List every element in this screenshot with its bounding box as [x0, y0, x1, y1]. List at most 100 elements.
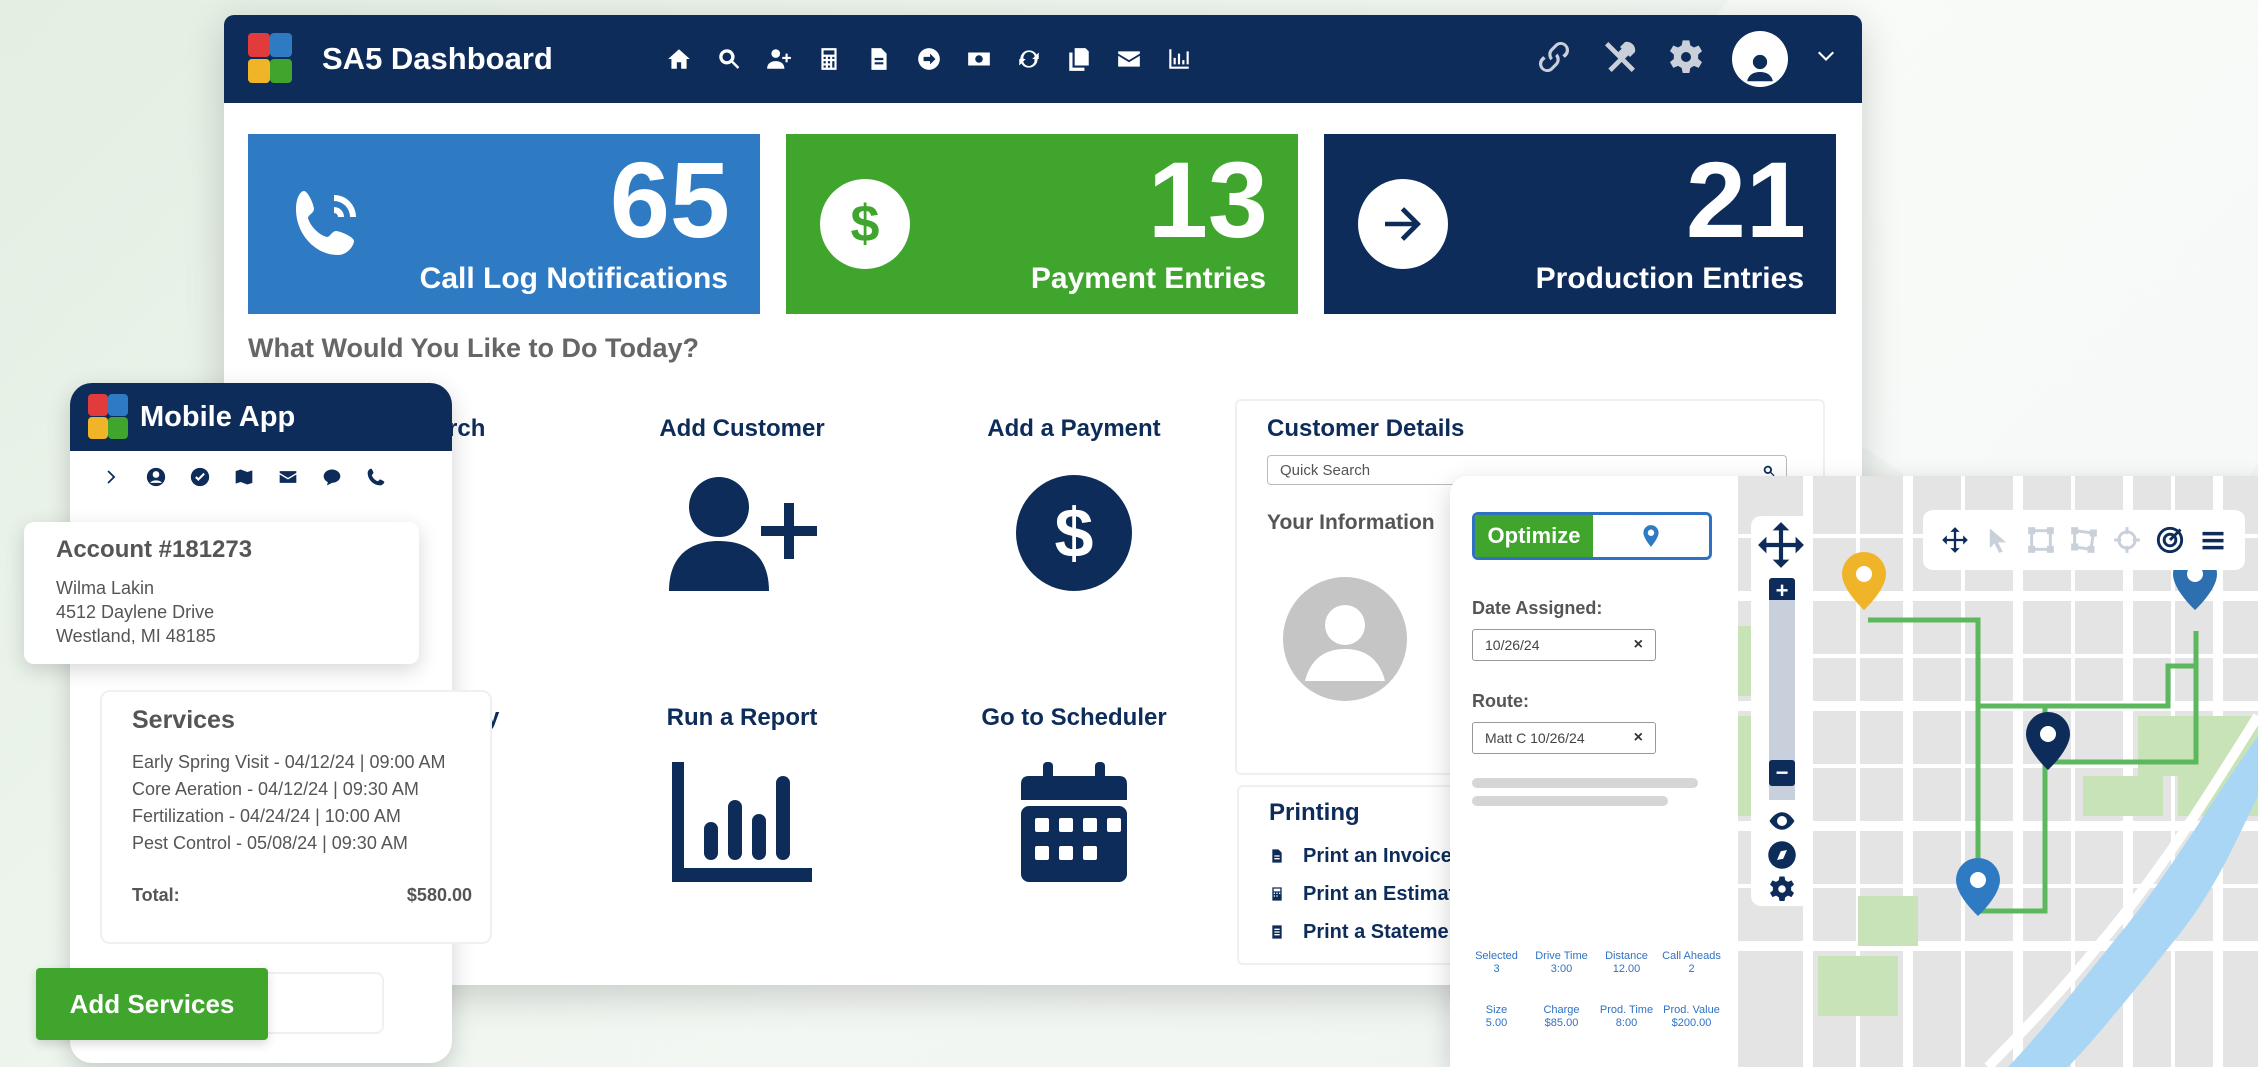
menu-icon[interactable]	[2199, 526, 2227, 554]
services-title: Services	[132, 706, 235, 734]
clear-date-icon[interactable]: ×	[1634, 636, 1643, 654]
eye-icon[interactable]	[1767, 806, 1797, 836]
action-go-scheduler[interactable]: Go to Scheduler	[964, 704, 1184, 882]
stat-card-call-log[interactable]: 65 Call Log Notifications	[248, 134, 760, 314]
move-icon[interactable]	[1941, 526, 1969, 554]
app-title: SA5 Dashboard	[322, 41, 553, 76]
zoom-out-button[interactable]: −	[1769, 760, 1795, 786]
chevron-down-icon[interactable]	[1814, 45, 1838, 74]
route-label: Route:	[1472, 691, 1529, 711]
stat-card-payments[interactable]: $ 13 Payment Entries	[786, 134, 1298, 314]
statement-icon	[1272, 925, 1282, 939]
call-log-count: 65	[609, 139, 730, 260]
optimize-toggle[interactable]: Optimize	[1472, 512, 1712, 560]
user-icon[interactable]	[146, 467, 166, 487]
mobile-app-title: Mobile App	[140, 400, 296, 433]
stat-selected: Selected 3	[1475, 950, 1518, 975]
calendar-icon	[1021, 762, 1127, 882]
phone-icon[interactable]	[366, 467, 386, 487]
map-toolbar	[1923, 510, 2245, 570]
target-icon[interactable]	[2156, 526, 2184, 554]
chart-icon[interactable]	[1162, 42, 1196, 76]
service-item: Fertilization - 04/24/24 | 10:00 AM	[132, 806, 401, 826]
production-count: 21	[1685, 139, 1806, 260]
loading-placeholder-bars	[1472, 778, 1716, 806]
app-logo	[248, 33, 294, 85]
link-icon[interactable]	[1534, 37, 1574, 82]
customer-details-title: Customer Details	[1267, 415, 1465, 442]
map-pin-icon	[1643, 525, 1659, 547]
action-run-report[interactable]: Run a Report	[632, 704, 852, 882]
chevron-right-icon[interactable]	[102, 467, 122, 487]
add-services-button[interactable]: Add Services	[36, 968, 268, 1040]
stat-card-production[interactable]: 21 Production Entries	[1324, 134, 1836, 314]
date-assigned-label: Date Assigned:	[1472, 598, 1603, 618]
phone-icon	[282, 179, 372, 269]
mobile-app-logo	[88, 394, 130, 440]
total-label: Total:	[132, 885, 180, 905]
polygon-select-icon[interactable]	[2070, 526, 2098, 554]
gear-icon[interactable]	[1666, 37, 1706, 82]
copy-icon[interactable]	[1062, 42, 1096, 76]
date-assigned-field[interactable]: 10/26/24 ×	[1472, 629, 1656, 661]
calculator-icon	[1272, 887, 1282, 901]
mobile-icon-bar	[70, 451, 452, 487]
mail-icon[interactable]	[278, 467, 298, 487]
clear-route-icon[interactable]: ×	[1634, 729, 1643, 747]
move-icon[interactable]	[1756, 520, 1806, 570]
production-label: Production Entries	[1535, 262, 1804, 295]
arrow-right-icon	[1358, 179, 1448, 269]
dollar-circle-icon: $	[1016, 475, 1132, 591]
stat-distance: Distance 12.00	[1605, 950, 1648, 975]
action-add-payment[interactable]: Add a Payment $	[964, 415, 1184, 593]
stat-drive-time: Drive Time 3:00	[1535, 950, 1588, 975]
calculator-icon[interactable]	[812, 42, 846, 76]
action-search[interactable]: rch	[448, 415, 485, 443]
stat-charge: Charge $85.00	[1543, 1004, 1580, 1029]
search-icon[interactable]	[712, 42, 746, 76]
mail-icon[interactable]	[1112, 42, 1146, 76]
header-actions	[1534, 31, 1838, 87]
location-toggle[interactable]	[1593, 515, 1709, 557]
add-user-icon	[669, 477, 817, 591]
route-value: Matt C 10/26/24	[1485, 730, 1585, 746]
document-icon	[1272, 849, 1282, 863]
action-add-customer[interactable]: Add Customer	[632, 415, 852, 593]
check-icon[interactable]	[190, 467, 210, 487]
stat-size: Size 5.00	[1485, 1004, 1508, 1029]
stat-cards: 65 Call Log Notifications $ 13 Payment E…	[224, 103, 1862, 314]
account-number: Account #181273	[56, 536, 253, 563]
payment-count: 13	[1147, 139, 1268, 260]
tools-icon[interactable]	[1600, 37, 1640, 82]
pointer-icon[interactable]	[1984, 526, 2012, 554]
service-item: Core Aeration - 04/12/24 | 09:30 AM	[132, 779, 419, 799]
account-name: Wilma Lakin	[56, 578, 155, 598]
cash-icon[interactable]	[962, 42, 996, 76]
payment-label: Payment Entries	[1030, 262, 1266, 295]
avatar[interactable]	[1732, 31, 1788, 87]
optimize-button[interactable]: Optimize	[1475, 515, 1593, 557]
service-item: Early Spring Visit - 04/12/24 | 09:00 AM	[132, 752, 446, 772]
crosshair-icon[interactable]	[2113, 526, 2141, 554]
arrow-circle-icon[interactable]	[912, 42, 946, 76]
gear-icon[interactable]	[1767, 874, 1797, 904]
route-field[interactable]: Matt C 10/26/24 ×	[1472, 722, 1656, 754]
map-icon[interactable]	[234, 467, 254, 487]
account-card[interactable]: Account #181273 Wilma Lakin 4512 Daylene…	[24, 522, 419, 664]
compass-icon[interactable]	[1767, 840, 1797, 870]
date-assigned-value: 10/26/24	[1485, 637, 1540, 653]
square-select-icon[interactable]	[2027, 526, 2055, 554]
total-value: $580.00	[406, 885, 472, 905]
refresh-icon[interactable]	[1012, 42, 1046, 76]
mobile-header: Mobile App	[70, 383, 452, 451]
route-stats-row-2: Size 5.00 Charge $85.00 Prod. Time 8:00 Pro…	[1464, 1004, 1724, 1030]
add-user-icon[interactable]	[762, 42, 796, 76]
chat-icon[interactable]	[322, 467, 342, 487]
stat-prod-value: Prod. Value $200.00	[1663, 1004, 1720, 1029]
person-placeholder-icon	[1283, 577, 1407, 701]
section-heading: What Would You Like to Do Today?	[248, 333, 699, 363]
service-item: Pest Control - 05/08/24 | 09:30 AM	[132, 833, 408, 853]
document-icon[interactable]	[862, 42, 896, 76]
home-icon[interactable]	[662, 42, 696, 76]
account-street: 4512 Daylene Drive	[56, 602, 215, 622]
